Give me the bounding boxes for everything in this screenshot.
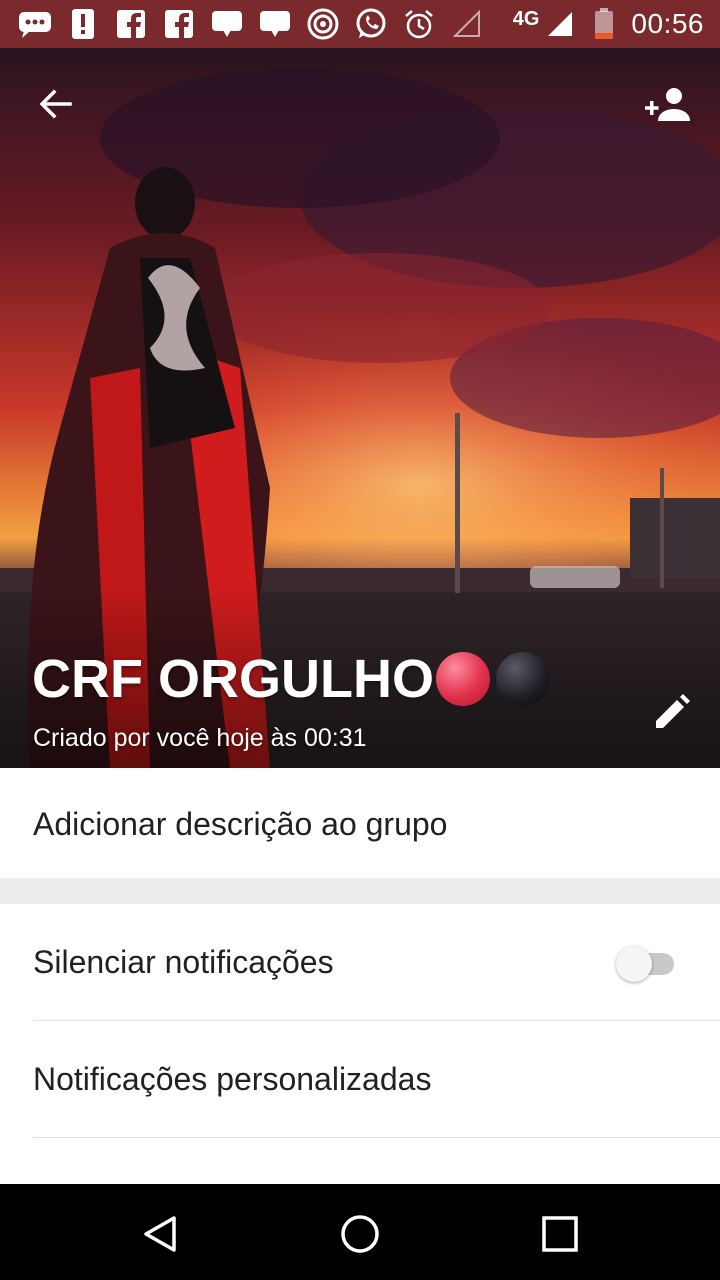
whatsapp-icon bbox=[354, 7, 388, 41]
edit-name-button[interactable] bbox=[644, 684, 700, 740]
add-participant-button[interactable] bbox=[640, 76, 696, 132]
triangle-back-icon bbox=[144, 1216, 176, 1252]
add-description-label: Adicionar descrição ao grupo bbox=[33, 806, 448, 842]
network-type: 4G bbox=[512, 7, 540, 30]
mute-toggle[interactable] bbox=[616, 946, 674, 982]
square-recents-icon bbox=[542, 1216, 578, 1252]
chat-bubble-dots-icon bbox=[18, 7, 52, 41]
alarm-icon bbox=[402, 7, 436, 41]
nav-back-button[interactable] bbox=[128, 1202, 192, 1266]
navigation-bar bbox=[0, 1184, 720, 1280]
group-header: CRF ORGULHO Criado por você hoje às 00:3… bbox=[0, 48, 720, 768]
message-icon bbox=[258, 7, 292, 41]
group-name-text: CRF ORGULHO bbox=[32, 649, 434, 709]
facebook-icon bbox=[162, 7, 196, 41]
nav-recents-button[interactable] bbox=[528, 1202, 592, 1266]
created-info: Criado por você hoje às 00:31 bbox=[33, 724, 367, 752]
toggle-thumb bbox=[616, 946, 652, 982]
message-icon bbox=[210, 7, 244, 41]
section-separator bbox=[0, 878, 720, 904]
divider bbox=[33, 1137, 720, 1138]
arrow-left-icon bbox=[39, 89, 72, 119]
red-circle-emoji bbox=[435, 652, 490, 706]
signal-icon bbox=[543, 7, 577, 41]
add-description-row[interactable]: Adicionar descrição ao grupo bbox=[0, 770, 720, 878]
notification-settings: Silenciar notificações Notificações pers… bbox=[0, 904, 720, 1184]
pencil-icon bbox=[656, 694, 690, 728]
battery-low-icon bbox=[587, 7, 621, 41]
mute-notifications-label: Silenciar notificações bbox=[33, 944, 334, 980]
signal-empty-icon bbox=[450, 7, 484, 41]
group-name: CRF ORGULHO bbox=[32, 648, 550, 710]
target-icon bbox=[306, 7, 340, 41]
clock: 00:56 bbox=[631, 8, 704, 39]
nav-home-button[interactable] bbox=[328, 1202, 392, 1266]
alert-icon bbox=[66, 7, 100, 41]
circle-home-icon bbox=[341, 1215, 379, 1253]
mute-notifications-row[interactable]: Silenciar notificações bbox=[0, 904, 720, 1020]
status-bar: 4G 00:56 bbox=[0, 0, 720, 48]
person-add-icon bbox=[645, 88, 690, 121]
back-button[interactable] bbox=[27, 76, 83, 132]
custom-notifications-label: Notificações personalizadas bbox=[33, 1061, 432, 1097]
black-circle-emoji bbox=[495, 652, 550, 706]
custom-notifications-row[interactable]: Notificações personalizadas bbox=[0, 1021, 720, 1137]
facebook-icon bbox=[114, 7, 148, 41]
